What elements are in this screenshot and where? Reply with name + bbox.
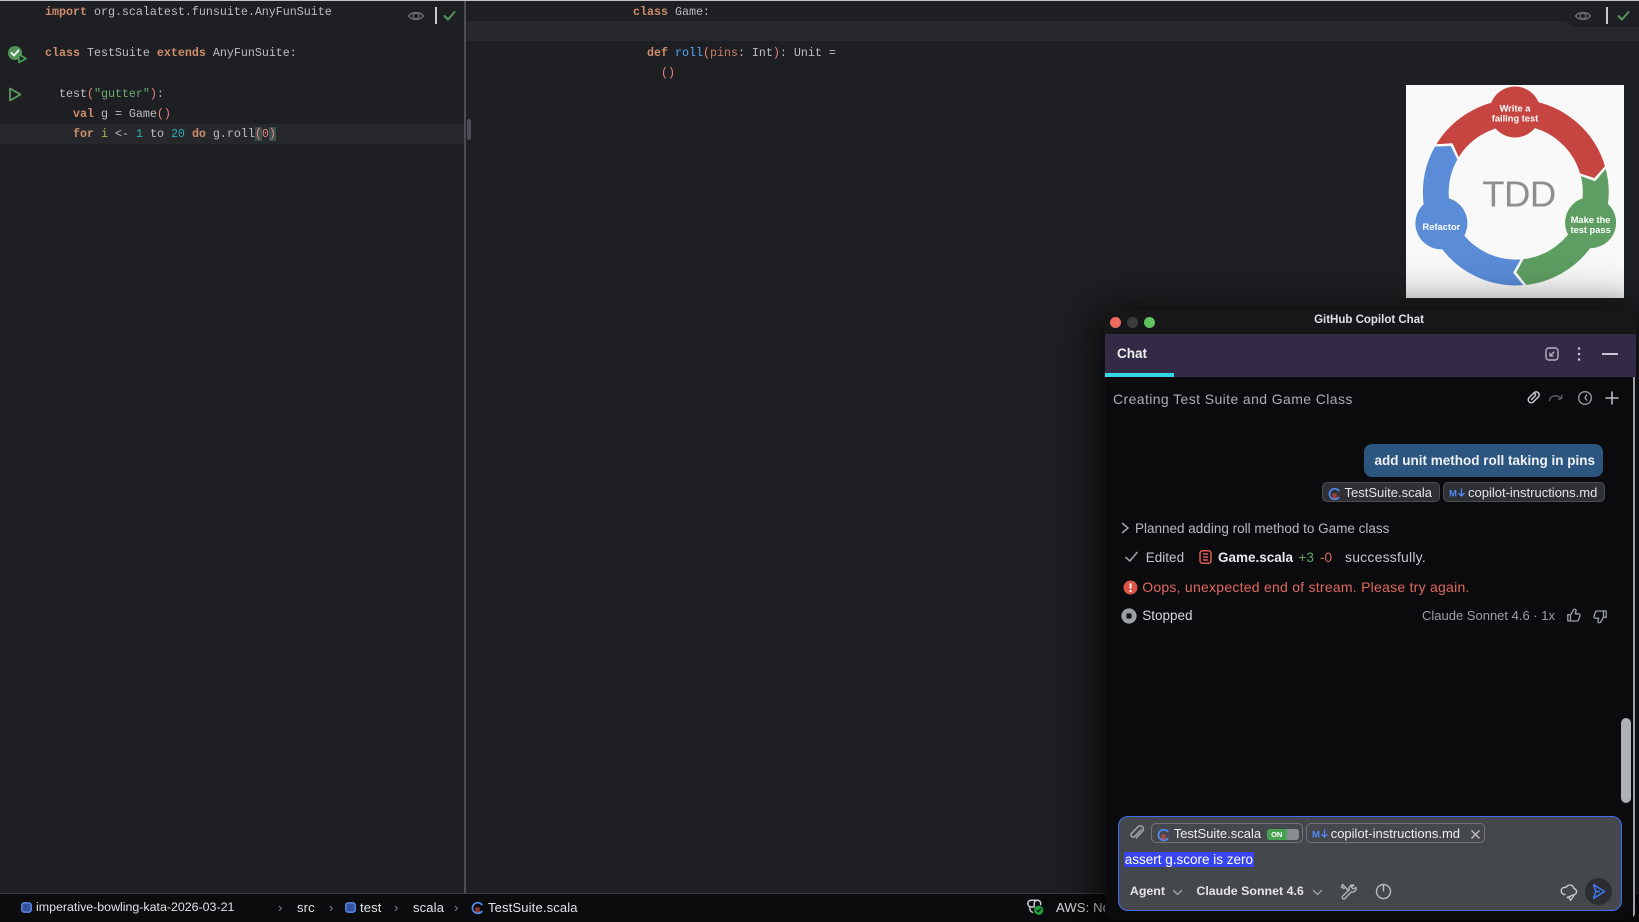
svg-text:Refactor: Refactor	[1423, 222, 1461, 232]
svg-text:Make the: Make the	[1571, 215, 1611, 225]
svg-text:Write a: Write a	[1500, 104, 1532, 114]
svg-text:test pass: test pass	[1570, 225, 1610, 235]
svg-text:M: M	[1312, 830, 1320, 841]
svg-text:TDD: TDD	[1482, 174, 1556, 215]
svg-text:M: M	[1449, 489, 1457, 500]
svg-text:failing test: failing test	[1492, 114, 1539, 124]
